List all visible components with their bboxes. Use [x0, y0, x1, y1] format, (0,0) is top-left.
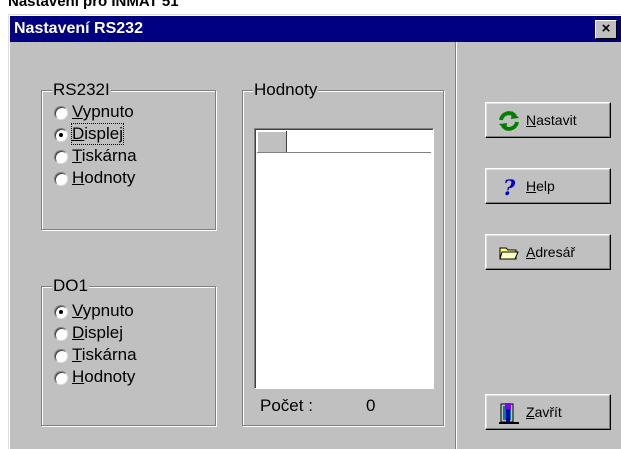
exit-door-icon — [499, 403, 519, 424]
refresh-icon — [499, 111, 519, 131]
radio-circle — [54, 150, 68, 164]
question-icon: ? — [503, 176, 516, 198]
page-caption: Nastavení pro INMAT 51 — [8, 0, 179, 10]
group-rs232i-title: RS232I — [52, 80, 111, 99]
radio-circle — [54, 172, 68, 186]
radio-label: Tiskárna — [72, 146, 137, 165]
help-label: Help — [526, 178, 555, 194]
separator-line — [455, 42, 457, 449]
radio-circle — [54, 106, 68, 120]
list-header-cell[interactable] — [257, 131, 287, 152]
radio-label: Displej — [70, 123, 125, 145]
folder-icon — [499, 247, 519, 260]
nastavit-label: Nastavit — [526, 112, 577, 128]
radio-circle — [54, 128, 68, 142]
adresar-button[interactable]: Adresář — [485, 234, 611, 270]
svg-text:?: ? — [503, 176, 516, 198]
close-button[interactable]: × — [595, 20, 617, 39]
dialog-window: Nastavení RS232 × RS232I Vypnuto Displej… — [8, 14, 621, 449]
adresar-label: Adresář — [526, 244, 576, 260]
radio-circle — [54, 349, 68, 363]
count-label: Počet : — [260, 396, 313, 415]
window-title: Nastavení RS232 — [14, 20, 143, 37]
radio-label: Displej — [72, 323, 124, 342]
dialog-client: RS232I Vypnuto Displej Tiskárna Hodnoty … — [8, 42, 621, 449]
zavrit-label: Zavřít — [526, 404, 562, 420]
nastavit-button[interactable]: Nastavit — [485, 102, 611, 138]
help-button[interactable]: ? Help — [485, 168, 611, 204]
group-rs232i: RS232I Vypnuto Displej Tiskárna Hodnoty — [41, 81, 216, 230]
radio-label: Tiskárna — [72, 345, 137, 364]
radio-circle — [54, 371, 68, 385]
radio-circle — [54, 327, 68, 341]
radio-label: Hodnoty — [72, 367, 136, 386]
radio-label: Hodnoty — [72, 168, 136, 187]
group-do1: DO1 Vypnuto Displej Tiskárna Hodnoty — [41, 277, 216, 426]
count-value: 0 — [366, 396, 376, 415]
group-hodnoty-title: Hodnoty — [253, 80, 319, 99]
radio-circle — [54, 305, 68, 319]
radio-label: Vypnuto — [72, 301, 134, 320]
radio-label: Vypnuto — [72, 102, 134, 121]
titlebar: Nastavení RS232 × — [10, 16, 621, 42]
list-header-divider — [257, 152, 431, 156]
values-list[interactable] — [254, 128, 434, 389]
group-do1-title: DO1 — [52, 276, 89, 295]
zavrit-button[interactable]: Zavřít — [485, 394, 611, 430]
